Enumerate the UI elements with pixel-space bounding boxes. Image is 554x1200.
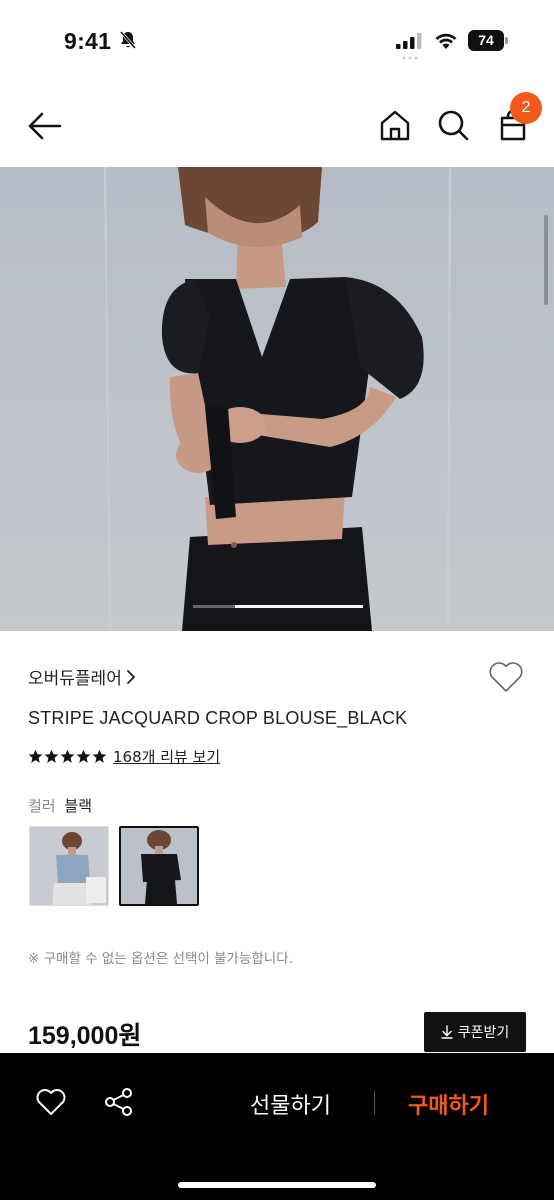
battery-cap	[505, 37, 508, 44]
battery-level: 74	[468, 30, 504, 51]
option-label: 컬러	[28, 797, 56, 815]
brand-link[interactable]: 오버듀플레어	[28, 664, 136, 689]
swatch-black-photo	[121, 828, 197, 904]
color-swatch-black[interactable]	[119, 826, 199, 906]
battery-icon: 74	[468, 30, 508, 51]
wifi-icon	[435, 33, 457, 49]
cart-count-badge[interactable]: 2	[510, 92, 542, 124]
gift-button[interactable]: 선물하기	[250, 1088, 331, 1120]
search-icon[interactable]	[436, 108, 470, 142]
review-link[interactable]: 168개 리뷰 보기	[113, 746, 220, 767]
star-icon	[44, 749, 59, 763]
swatch-light-photo	[30, 827, 108, 905]
star-icon	[60, 749, 75, 763]
home-icon[interactable]	[378, 108, 412, 142]
star-icon	[28, 749, 43, 763]
product-image-carousel[interactable]	[0, 167, 554, 631]
option-value: 블랙	[64, 797, 92, 815]
option-notice: ※ 구매할 수 없는 옵션은 선택이 불가능합니다.	[28, 951, 293, 967]
download-icon	[441, 1025, 453, 1039]
rating-row: 168개 리뷰 보기	[28, 746, 220, 767]
star-icon	[92, 749, 107, 763]
image-pager-indicator	[235, 605, 363, 608]
heart-icon[interactable]	[35, 1087, 67, 1117]
brand-name: 오버듀플레어	[28, 669, 122, 689]
buy-button[interactable]: 구매하기	[408, 1088, 489, 1120]
color-swatch-light[interactable]	[29, 826, 109, 906]
coupon-label: 쿠폰받기	[457, 1025, 510, 1041]
rating-stars	[28, 749, 107, 764]
status-time: 9:41	[64, 28, 112, 54]
bottom-action-bar	[0, 1053, 554, 1200]
image-scrollbar[interactable]	[544, 215, 548, 305]
color-option-row: 컬러 블랙	[28, 795, 92, 816]
back-arrow-icon[interactable]	[24, 108, 66, 144]
product-photo	[104, 167, 451, 631]
status-bar: 9:41 74	[0, 0, 554, 80]
home-indicator[interactable]	[178, 1182, 376, 1188]
signal-icon	[396, 33, 422, 49]
star-icon	[76, 749, 91, 763]
nav-bar	[0, 90, 554, 162]
chevron-right-icon	[126, 669, 135, 684]
bottom-divider	[374, 1091, 375, 1115]
product-title: STRIPE JACQUARD CROP BLOUSE_BLACK	[28, 708, 408, 728]
share-icon[interactable]	[103, 1086, 135, 1118]
heart-icon[interactable]	[487, 660, 525, 694]
status-dots	[402, 56, 418, 60]
coupon-download-button[interactable]: 쿠폰받기	[424, 1012, 526, 1052]
bell-off-icon	[119, 31, 137, 49]
product-price: 159,000원	[28, 1022, 142, 1050]
